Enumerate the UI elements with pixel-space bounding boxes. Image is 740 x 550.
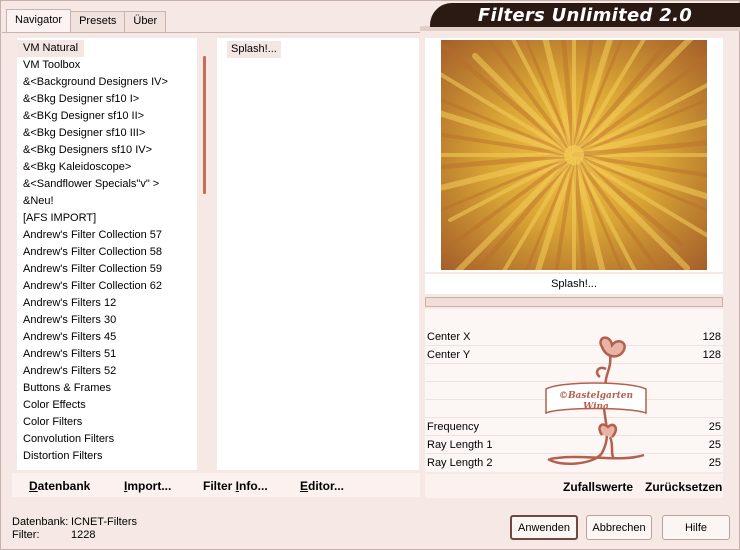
category-item[interactable]: [AFS IMPORT] [17,210,212,227]
category-item[interactable]: Color Effects [17,397,212,414]
category-item[interactable]: &<Sandflower Specials"v" > [17,176,212,193]
watermark-text-2: Wina [583,402,609,412]
category-item[interactable]: Buttons & Frames [17,380,212,397]
category-item[interactable]: Andrew's Filters 45 [17,329,212,346]
reset-button[interactable]: Zurücksetzen [645,480,722,494]
editor-button[interactable]: Editor... [300,479,344,493]
watermark-logo: ©Bastelgarten Wina [545,336,647,466]
category-item[interactable]: &<Background Designers IV> [17,74,212,91]
category-item[interactable]: Andrew's Filters 12 [17,295,212,312]
filter-info-button[interactable]: Filter Info... [203,479,268,493]
category-item[interactable]: &<Bkg Designer sf10 III> [17,125,212,142]
category-item[interactable]: Distortion Filters [17,448,212,465]
category-item[interactable]: Andrew's Filter Collection 58 [17,244,212,261]
category-item[interactable]: &<Bkg Designer sf10 I> [17,91,212,108]
category-item[interactable]: &<Bkg Designers sf10 IV> [17,142,212,159]
category-item[interactable]: Convolution Filters [17,431,212,448]
preview-splash-graphic [441,40,707,270]
status-database: Datenbank: ICNET-Filters [12,516,137,528]
help-button[interactable]: Hilfe [662,515,730,540]
category-item[interactable]: Andrew's Filter Collection 57 [17,227,212,244]
category-item[interactable]: Andrew's Filters 52 [17,363,212,380]
category-item[interactable]: &<BKg Designer sf10 II> [17,108,212,125]
category-item[interactable]: Andrew's Filter Collection 62 [17,278,212,295]
category-item[interactable]: Andrew's Filters 51 [17,346,212,363]
watermark-text-1: ©Bastelgarten [559,391,633,401]
category-scrollbar-thumb[interactable] [203,56,206,194]
tab-navigator[interactable]: Navigator [6,9,72,32]
apply-button[interactable]: Anwenden [510,515,578,540]
tab-divider [2,32,420,33]
filter-item-splash[interactable]: Splash!... [227,41,281,58]
filter-preview-image[interactable] [441,40,707,270]
tab-presets[interactable]: Presets [70,11,126,32]
filter-list-panel[interactable]: Splash!... [217,38,419,470]
category-list[interactable]: VM Natural VM Toolbox &<Background Designe… [17,38,212,465]
app-title: Filters Unlimited 2.0 [477,4,693,26]
category-item[interactable]: Andrew's Filters 30 [17,312,212,329]
category-item[interactable]: VM Toolbox [17,57,212,74]
category-list-panel[interactable]: VM Natural VM Toolbox &<Background Designe… [17,38,212,470]
category-item[interactable]: Andrew's Filter Collection 59 [17,261,212,278]
tab-ueber[interactable]: Über [124,11,167,32]
progress-bar [425,297,723,307]
category-item[interactable]: Color Filters [17,414,212,431]
random-values-button[interactable]: Zufallswerte [563,480,633,494]
cancel-button[interactable]: Abbrechen [586,515,652,540]
preview-filter-name: Splash!... [425,274,723,294]
category-item[interactable]: &Neu! [17,193,212,210]
tab-bar: Navigator Presets Über [6,9,167,33]
status-filter-count: Filter: 1228 [12,529,96,541]
category-item[interactable]: VM Natural [17,40,212,57]
app-header: Filters Unlimited 2.0 [430,3,740,27]
datenbank-button[interactable]: Datenbank [29,479,90,493]
import-button[interactable]: Import... [124,479,171,493]
category-item[interactable]: &<Bkg Kaleidoscope> [17,159,212,176]
